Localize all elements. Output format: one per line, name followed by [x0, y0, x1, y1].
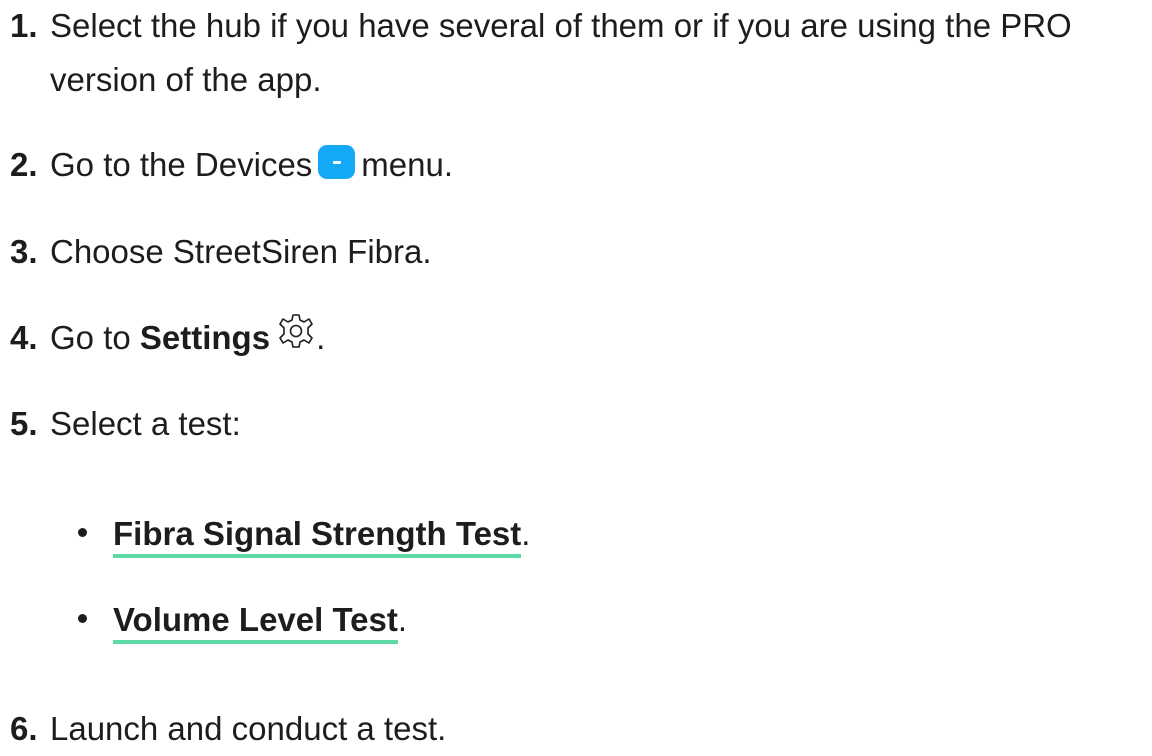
step-text-after: menu.: [361, 146, 454, 183]
step-2: 2. Go to the Devices menu.: [10, 138, 453, 192]
bullet-icon: [78, 614, 87, 623]
devices-icon: [318, 145, 356, 179]
step-3: 3. Choose StreetSiren Fibra.: [10, 225, 432, 279]
step-1: 1. Select the hub if you have several of …: [10, 0, 1072, 53]
step-text: Choose StreetSiren Fibra.: [50, 233, 432, 270]
step-number: 3.: [10, 233, 38, 270]
instruction-list: 1. Select the hub if you have several of …: [0, 0, 1152, 747]
step-text: Go to the Devices: [50, 146, 313, 183]
step-number: 6.: [10, 710, 38, 747]
list-item-suffix: .: [521, 515, 531, 552]
gear-icon: [276, 311, 316, 351]
step-number: 4.: [10, 319, 38, 356]
step-number: 1.: [10, 7, 38, 44]
step-text-after: .: [316, 319, 326, 356]
test-item-volume-level: Volume Level Test.: [78, 593, 407, 647]
test-item-signal-strength: Fibra Signal Strength Test.: [78, 507, 530, 561]
step-text: Select a test:: [50, 405, 241, 442]
step-number: 2.: [10, 146, 38, 183]
volume-level-test-link[interactable]: Volume Level Test: [113, 601, 398, 644]
step-number: 5.: [10, 405, 38, 442]
step-text: Select the hub if you have several of th…: [50, 7, 1072, 44]
settings-label: Settings: [139, 319, 271, 356]
step-5: 5. Select a test:: [10, 397, 241, 451]
step-text: Go to: [50, 319, 140, 356]
fibra-signal-strength-test-link[interactable]: Fibra Signal Strength Test: [113, 515, 522, 558]
step-6: 6. Launch and conduct a test.: [10, 702, 446, 756]
list-item-suffix: .: [397, 601, 408, 638]
step-text: Launch and conduct a test.: [50, 710, 447, 747]
step-4: 4. Go to Settings.: [10, 311, 325, 365]
step-1-continuation: version of the app.: [50, 61, 322, 98]
bullet-icon: [78, 528, 87, 537]
